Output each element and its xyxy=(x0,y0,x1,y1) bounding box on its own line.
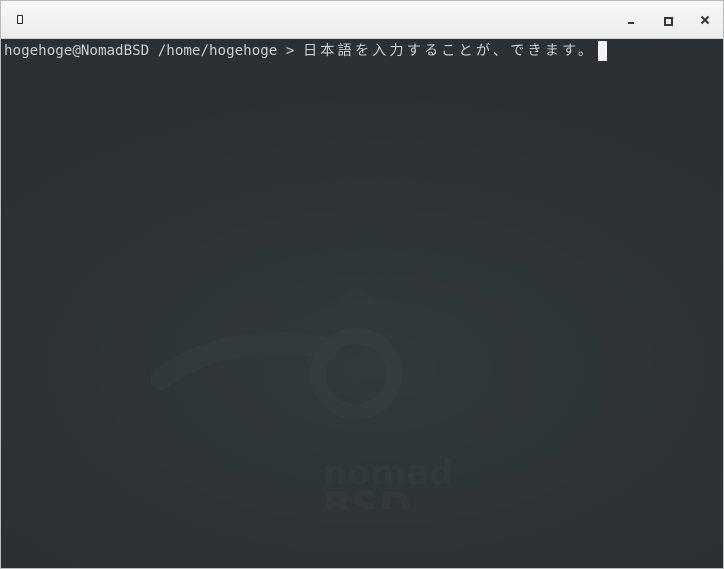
watermark-text-line2: BSD xyxy=(323,484,411,509)
minimize-icon xyxy=(628,22,634,24)
command-input-text[interactable]: 日本語を入力することが、できます。 xyxy=(303,43,595,59)
terminal-area[interactable]: nomad BSD hogehoge@NomadBSD /home/hogeho… xyxy=(1,39,723,568)
text-cursor xyxy=(598,41,608,61)
title-bar[interactable] xyxy=(1,1,723,39)
terminal-app-icon[interactable] xyxy=(17,15,23,24)
minimize-button[interactable] xyxy=(621,10,641,30)
shell-prompt: hogehoge@NomadBSD /home/hogehoge > xyxy=(4,43,303,59)
close-button[interactable] xyxy=(695,10,715,30)
maximize-button[interactable] xyxy=(658,10,678,30)
command-line[interactable]: hogehoge@NomadBSD /home/hogehoge > 日本語を入… xyxy=(4,41,608,61)
maximize-icon xyxy=(664,17,673,26)
close-icon xyxy=(700,15,710,25)
nomadbsd-watermark-logo: nomad BSD xyxy=(151,289,451,509)
terminal-window: nomad BSD hogehoge@NomadBSD /home/hogeho… xyxy=(0,0,724,569)
